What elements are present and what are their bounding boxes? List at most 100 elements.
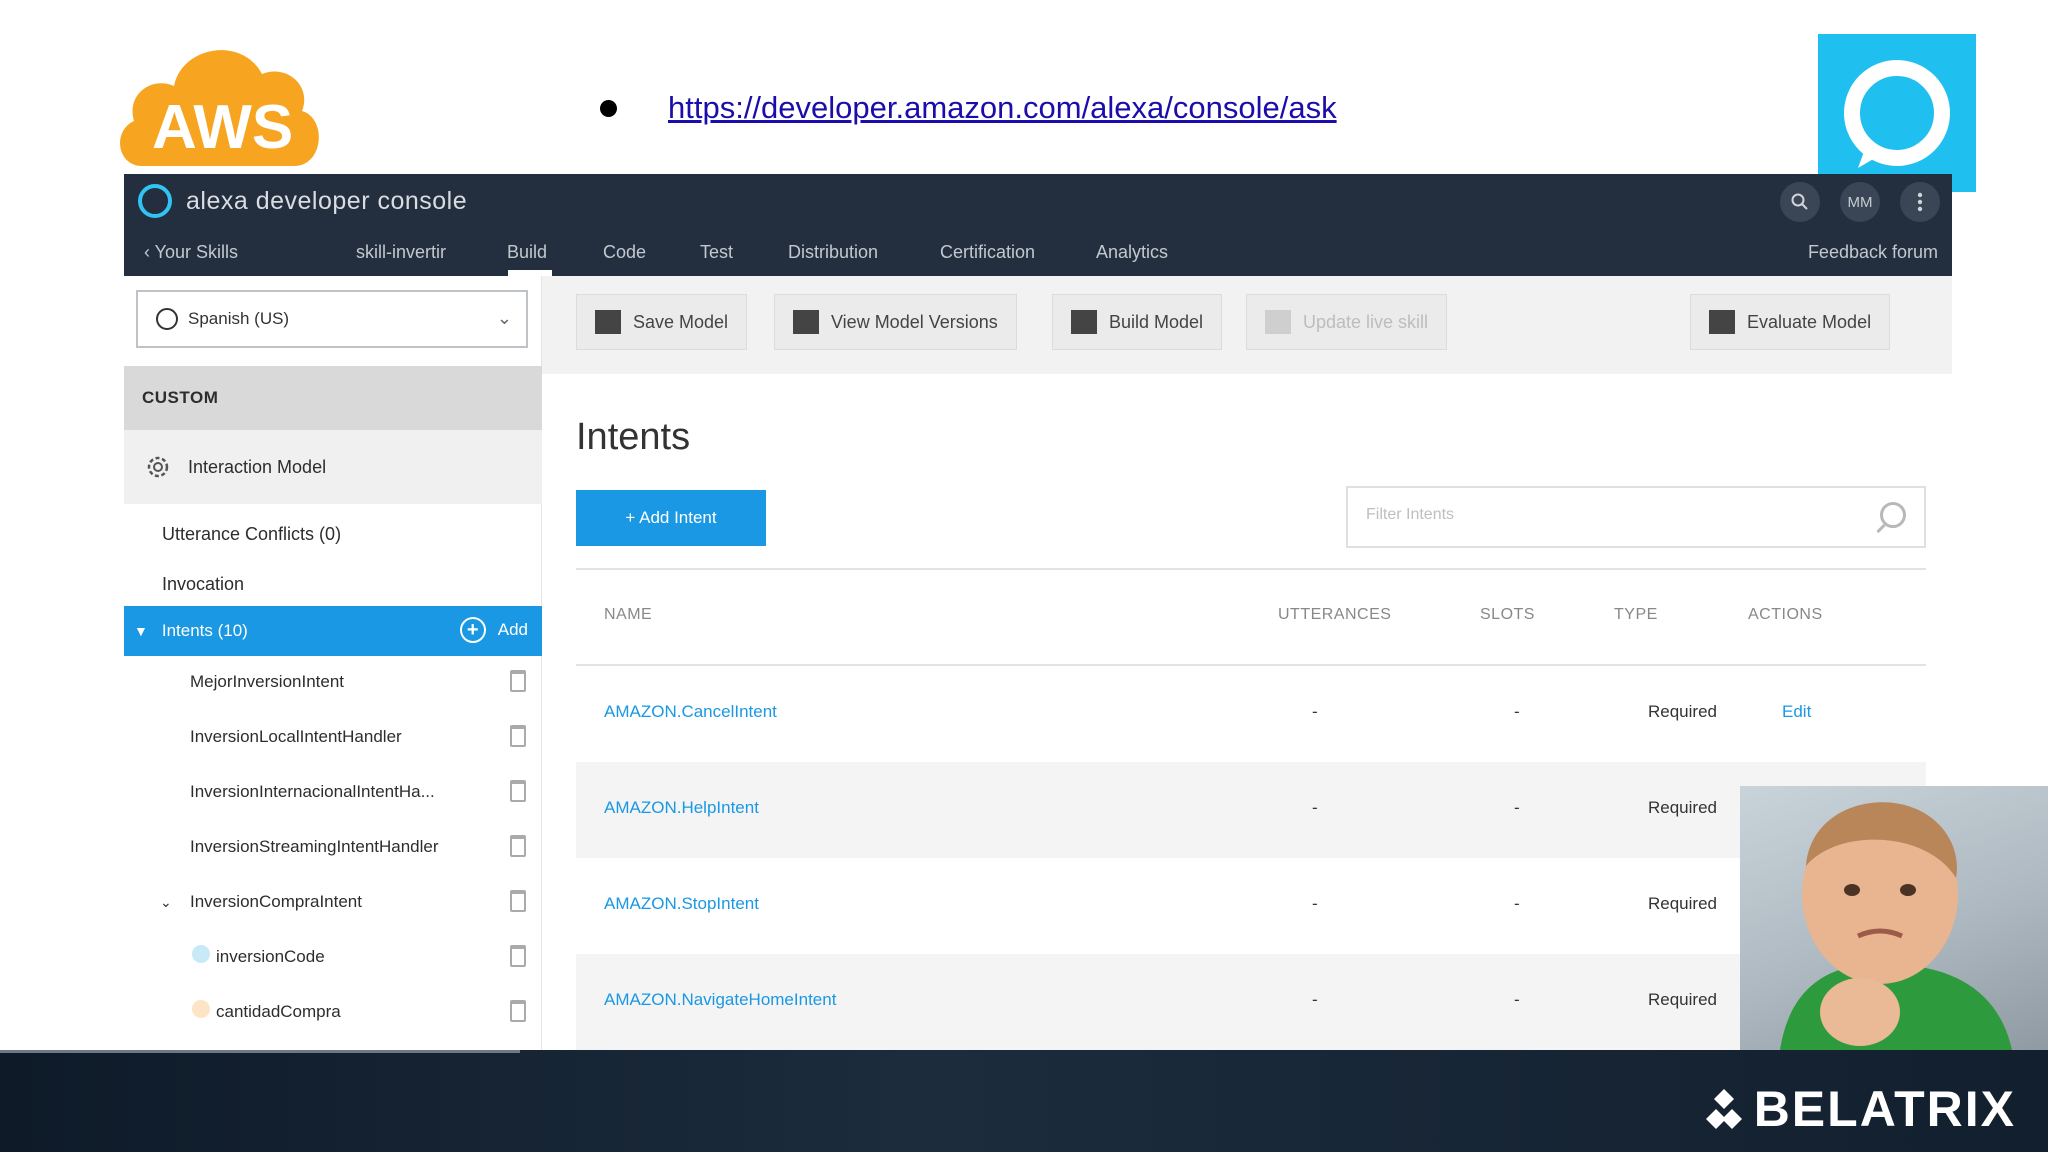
sidebar-intent-item[interactable]: InversionLocalIntentHandler [124,711,542,765]
sidebar-intent-item[interactable]: InversionStreamingIntentHandler [124,821,542,875]
language-select[interactable]: Spanish (US) ⌄ [136,290,528,348]
column-header-utterances: UTTERANCES [1278,606,1392,623]
slots-cell: - [1514,798,1520,817]
model-toolbar: Save Model View Model Versions Build Mod… [542,276,1952,374]
belatrix-logo: BELATRIX [1704,1080,2016,1138]
bullet-point [600,100,617,117]
slot-name: cantidadCompra [216,1002,341,1021]
slot-color-dot [192,945,210,963]
intent-name: InversionStreamingIntentHandler [190,837,439,856]
console-screenshot: alexa developer console MM ‹ Your Skills… [124,174,1952,1050]
archive-icon [793,310,819,334]
utterances-cell: - [1312,702,1318,721]
trash-icon[interactable] [510,1000,526,1022]
topbar-icons: MM [1780,182,1940,222]
more-options-icon[interactable] [1900,182,1940,222]
sidebar-intent-item[interactable]: ⌄ InversionCompraIntent [124,876,542,930]
trash-icon[interactable] [510,725,526,747]
aws-logo: AWS [120,50,319,166]
custom-section-header: CUSTOM [124,366,542,430]
column-header-name: NAME [604,606,653,623]
save-icon [595,310,621,334]
evaluate-model-button[interactable]: Evaluate Model [1690,294,1891,350]
build-model-button[interactable]: Build Model [1052,294,1223,350]
utterances-cell: - [1312,894,1318,913]
save-model-button[interactable]: Save Model [576,294,748,350]
evaluate-model-label: Evaluate Model [1747,311,1872,332]
tab-test[interactable]: Test [700,242,733,263]
slots-cell: - [1514,990,1520,1009]
trash-icon[interactable] [510,670,526,692]
console-title: alexa developer console [186,186,468,215]
add-intent-sidebar-button[interactable]: + Add [459,617,528,643]
console-url-link[interactable]: https://developer.amazon.com/alexa/conso… [668,90,1337,126]
table-divider [576,568,1926,570]
back-your-skills-link[interactable]: ‹ Your Skills [144,242,238,263]
slide-footer: BELATRIX [0,1050,2048,1152]
sidebar-item-intents[interactable]: ▼ Intents (10) + Add [124,606,542,656]
console-topbar: alexa developer console MM ‹ Your Skills… [124,174,1952,276]
search-icon[interactable] [1780,182,1820,222]
slots-cell: - [1514,894,1520,913]
update-live-skill-button[interactable]: Update live skill [1246,294,1448,350]
console-brand: alexa developer console [138,184,467,218]
trash-icon[interactable] [510,890,526,912]
edit-link[interactable]: Edit [1782,702,1811,722]
trash-icon[interactable] [510,780,526,802]
user-avatar[interactable]: MM [1840,182,1880,222]
table-row: AMAZON.CancelIntent - - Required Edit [576,666,1926,762]
plus-circle-icon: + [459,617,486,643]
add-label: Add [497,620,528,639]
chat-icon [1709,310,1735,334]
intents-label: Intents (10) [161,621,248,640]
sidebar-item-invocation[interactable]: Invocation [162,574,244,595]
save-model-label: Save Model [633,311,729,332]
back-label: Your Skills [154,242,239,262]
sidebar-intent-item[interactable]: MejorInversionIntent [124,656,542,710]
sidebar-slot-item[interactable]: inversionCode [124,931,542,985]
update-live-label: Update live skill [1303,311,1429,332]
sidebar-item-utterance-conflicts[interactable]: Utterance Conflicts (0) [162,524,341,545]
search-icon[interactable] [1880,502,1906,528]
intent-name: InversionCompraIntent [190,892,362,911]
build-model-label: Build Model [1109,311,1204,332]
type-cell: Required [1648,894,1717,913]
intent-link[interactable]: AMAZON.StopIntent [604,894,759,914]
gear-icon [147,456,169,478]
tab-certification[interactable]: Certification [940,242,1035,263]
tab-build[interactable]: Build [507,242,547,263]
intent-link[interactable]: AMAZON.HelpIntent [604,798,759,818]
filter-intents-input[interactable] [1366,506,1846,524]
type-cell: Required [1648,702,1717,721]
alexa-ring-icon [1844,60,1950,168]
interaction-model-label: Interaction Model [188,456,327,477]
chevron-down-icon[interactable]: ⌄ [160,894,172,911]
tab-analytics[interactable]: Analytics [1096,242,1168,263]
sidebar-intent-item[interactable]: InversionInternacionalIntentHa... [124,766,542,820]
trash-icon[interactable] [510,835,526,857]
console-nav: ‹ Your Skills skill-invertir Build Code … [124,232,1952,276]
tab-code[interactable]: Code [603,242,646,263]
utterances-cell: - [1312,990,1318,1009]
view-model-versions-button[interactable]: View Model Versions [774,294,1017,350]
alexa-logo [1818,34,1976,192]
belatrix-mark-icon [1705,1089,1742,1129]
belatrix-wordmark: BELATRIX [1753,1081,2016,1137]
language-value: Spanish (US) [188,309,290,328]
intent-link[interactable]: AMAZON.CancelIntent [604,702,777,722]
trash-icon[interactable] [510,945,526,967]
intent-link[interactable]: AMAZON.NavigateHomeIntent [604,990,836,1010]
add-intent-button[interactable]: + Add Intent [576,490,766,546]
column-header-type: TYPE [1614,606,1658,623]
filter-intents-field[interactable] [1346,486,1926,548]
slot-name: inversionCode [216,947,325,966]
sidebar-slot-item[interactable]: cantidadCompra [124,986,542,1040]
console-sidebar: Spanish (US) ⌄ CUSTOM Interaction Model … [124,276,542,1050]
skill-name[interactable]: skill-invertir [356,242,446,263]
tab-distribution[interactable]: Distribution [788,242,878,263]
table-row: AMAZON.NavigateHomeIntent - - Required [576,954,1926,1050]
success-kid-photo [1740,786,2048,1050]
sidebar-item-interaction-model[interactable]: Interaction Model [124,430,542,504]
slots-cell: - [1514,702,1520,721]
feedback-forum-link[interactable]: Feedback forum [1808,242,1938,263]
